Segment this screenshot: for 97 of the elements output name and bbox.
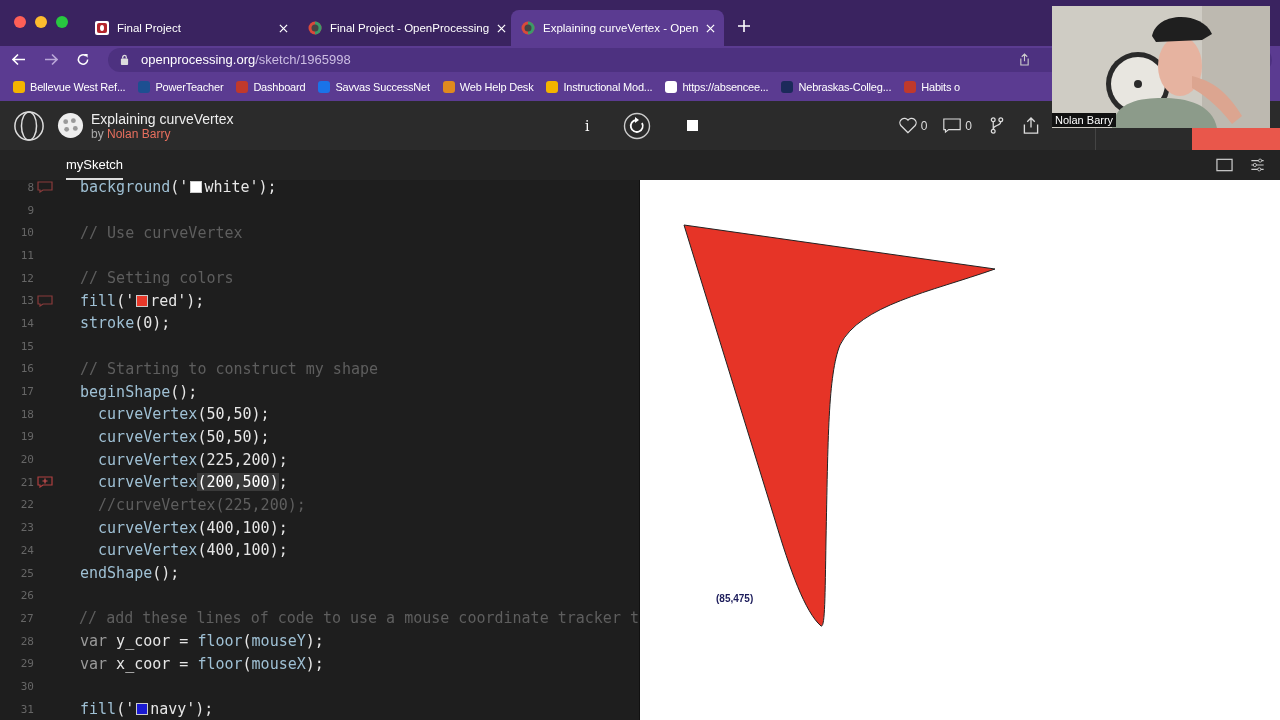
line-number: 29 bbox=[19, 657, 34, 671]
logo-icon[interactable] bbox=[13, 109, 45, 142]
reload-icon[interactable] bbox=[76, 53, 90, 66]
fork-icon[interactable] bbox=[988, 117, 1006, 134]
close-icon[interactable] bbox=[279, 23, 288, 33]
heart-icon[interactable] bbox=[898, 117, 917, 134]
close-icon[interactable] bbox=[706, 23, 716, 33]
add-comment-icon[interactable] bbox=[37, 476, 53, 489]
line-number: 31 bbox=[19, 702, 34, 716]
bookmark[interactable]: Instructional Mod... bbox=[546, 81, 653, 93]
line-number: 15 bbox=[19, 339, 34, 353]
bookmark-icon bbox=[546, 81, 559, 93]
coordinate-label: (85,475) bbox=[716, 593, 754, 604]
line-number: 8 bbox=[26, 180, 34, 194]
line-number: 22 bbox=[19, 498, 34, 512]
new-tab-icon[interactable] bbox=[738, 20, 750, 32]
code-line: curveVertex(50,50); bbox=[97, 427, 270, 446]
lock-icon bbox=[120, 54, 129, 65]
line-number: 18 bbox=[19, 407, 34, 421]
line-number: 20 bbox=[19, 453, 34, 467]
stop-icon[interactable] bbox=[687, 120, 699, 131]
line-number: 27 bbox=[19, 611, 34, 625]
circle-logo-icon bbox=[308, 21, 322, 35]
code-line: // add these lines of code to use a mouse coordinate tracker t bbox=[79, 609, 639, 628]
code-line: stroke(0); bbox=[80, 314, 171, 333]
bookmark[interactable]: Nebraskas-Colleg... bbox=[781, 81, 892, 93]
code-line: var y_coor = floor(mouseY); bbox=[80, 632, 324, 651]
code-line: curveVertex(400,100); bbox=[97, 541, 288, 560]
bookmark[interactable]: PowerTeacher bbox=[138, 81, 224, 93]
line-number: 30 bbox=[19, 679, 34, 693]
circle-logo-icon bbox=[521, 21, 535, 35]
code-line: curveVertex(200,500); bbox=[97, 473, 288, 492]
share-icon[interactable] bbox=[1019, 53, 1030, 66]
settings-icon[interactable] bbox=[1249, 158, 1266, 172]
bookmark-icon bbox=[318, 81, 331, 93]
code-line: endShape(); bbox=[80, 564, 180, 583]
line-number: 21 bbox=[19, 475, 34, 489]
line-number: 24 bbox=[19, 543, 34, 557]
line-number: 14 bbox=[19, 316, 34, 330]
school-logo-icon bbox=[95, 21, 109, 35]
bookmark-icon bbox=[781, 81, 794, 93]
bookmark[interactable]: Bellevue West Ref... bbox=[13, 81, 126, 93]
close-icon[interactable] bbox=[497, 23, 507, 33]
line-number: 12 bbox=[19, 271, 34, 285]
avatar-icon[interactable] bbox=[57, 112, 84, 139]
code-line: // Use curveVertex bbox=[80, 223, 243, 242]
code-line: beginShape(); bbox=[80, 382, 198, 401]
line-number: 26 bbox=[19, 589, 34, 603]
code-line: curveVertex(225,200); bbox=[97, 450, 288, 469]
like-count: 0 bbox=[920, 118, 928, 133]
browser-tab[interactable]: Final Project bbox=[85, 10, 298, 46]
forward-icon[interactable] bbox=[44, 53, 58, 66]
share-icon[interactable] bbox=[1022, 117, 1040, 134]
author-link[interactable]: Nolan Barry bbox=[107, 126, 171, 141]
code-line: fill(' navy'); bbox=[80, 700, 214, 719]
sketch-title: Explaining curveVertex bbox=[91, 110, 235, 127]
bookmark[interactable]: Habits o bbox=[904, 81, 961, 93]
participant-name: Nolan Barry bbox=[1052, 113, 1117, 127]
bookmark-icon bbox=[236, 81, 249, 93]
code-line: //curveVertex(225,200); bbox=[97, 495, 306, 514]
comment-count: 0 bbox=[965, 118, 972, 133]
bookmark-icon bbox=[13, 81, 25, 93]
line-number: 9 bbox=[26, 203, 34, 217]
code-line: // Setting colors bbox=[80, 269, 234, 288]
bookmark-icon bbox=[442, 81, 455, 93]
close-window-button[interactable] bbox=[14, 16, 26, 28]
line-number: 16 bbox=[19, 362, 34, 376]
bookmark-icon bbox=[138, 81, 151, 93]
line-number: 13 bbox=[19, 294, 34, 308]
browser-tab[interactable]: Explaining curveVertex - Open bbox=[511, 10, 724, 46]
browser-tab[interactable]: Final Project - OpenProcessing bbox=[298, 10, 511, 46]
line-number: 19 bbox=[19, 430, 34, 444]
bookmark[interactable]: Dashboard bbox=[236, 81, 306, 93]
minimize-window-button[interactable] bbox=[35, 16, 47, 28]
bookmark[interactable]: Savvas SuccessNet bbox=[318, 81, 430, 93]
line-number: 28 bbox=[19, 634, 34, 648]
code-line: background(' white'); bbox=[80, 180, 277, 197]
code-line: fill(' red'); bbox=[80, 291, 205, 310]
back-icon[interactable] bbox=[12, 53, 26, 66]
code-line: // Starting to construct my shape bbox=[80, 359, 378, 378]
maximize-window-button[interactable] bbox=[56, 16, 68, 28]
line-number: 25 bbox=[19, 566, 34, 580]
bookmark[interactable]: https://absencee... bbox=[665, 81, 769, 93]
code-line: var x_coor = floor(mouseX); bbox=[80, 654, 324, 673]
bookmark-icon bbox=[665, 81, 678, 93]
code-line: curveVertex(400,100); bbox=[97, 518, 288, 537]
line-number: 11 bbox=[19, 248, 34, 262]
line-number: 10 bbox=[19, 226, 34, 240]
line-number: 23 bbox=[19, 521, 34, 535]
line-number: 17 bbox=[19, 385, 34, 399]
info-button[interactable]: i bbox=[581, 117, 594, 134]
window-icon[interactable] bbox=[1216, 158, 1233, 172]
bookmark[interactable]: Web Help Desk bbox=[442, 81, 534, 93]
code-line: curveVertex(50,50); bbox=[97, 405, 270, 424]
restart-icon[interactable] bbox=[623, 111, 652, 140]
bookmark-icon bbox=[904, 81, 917, 93]
by-label: by bbox=[91, 126, 104, 141]
